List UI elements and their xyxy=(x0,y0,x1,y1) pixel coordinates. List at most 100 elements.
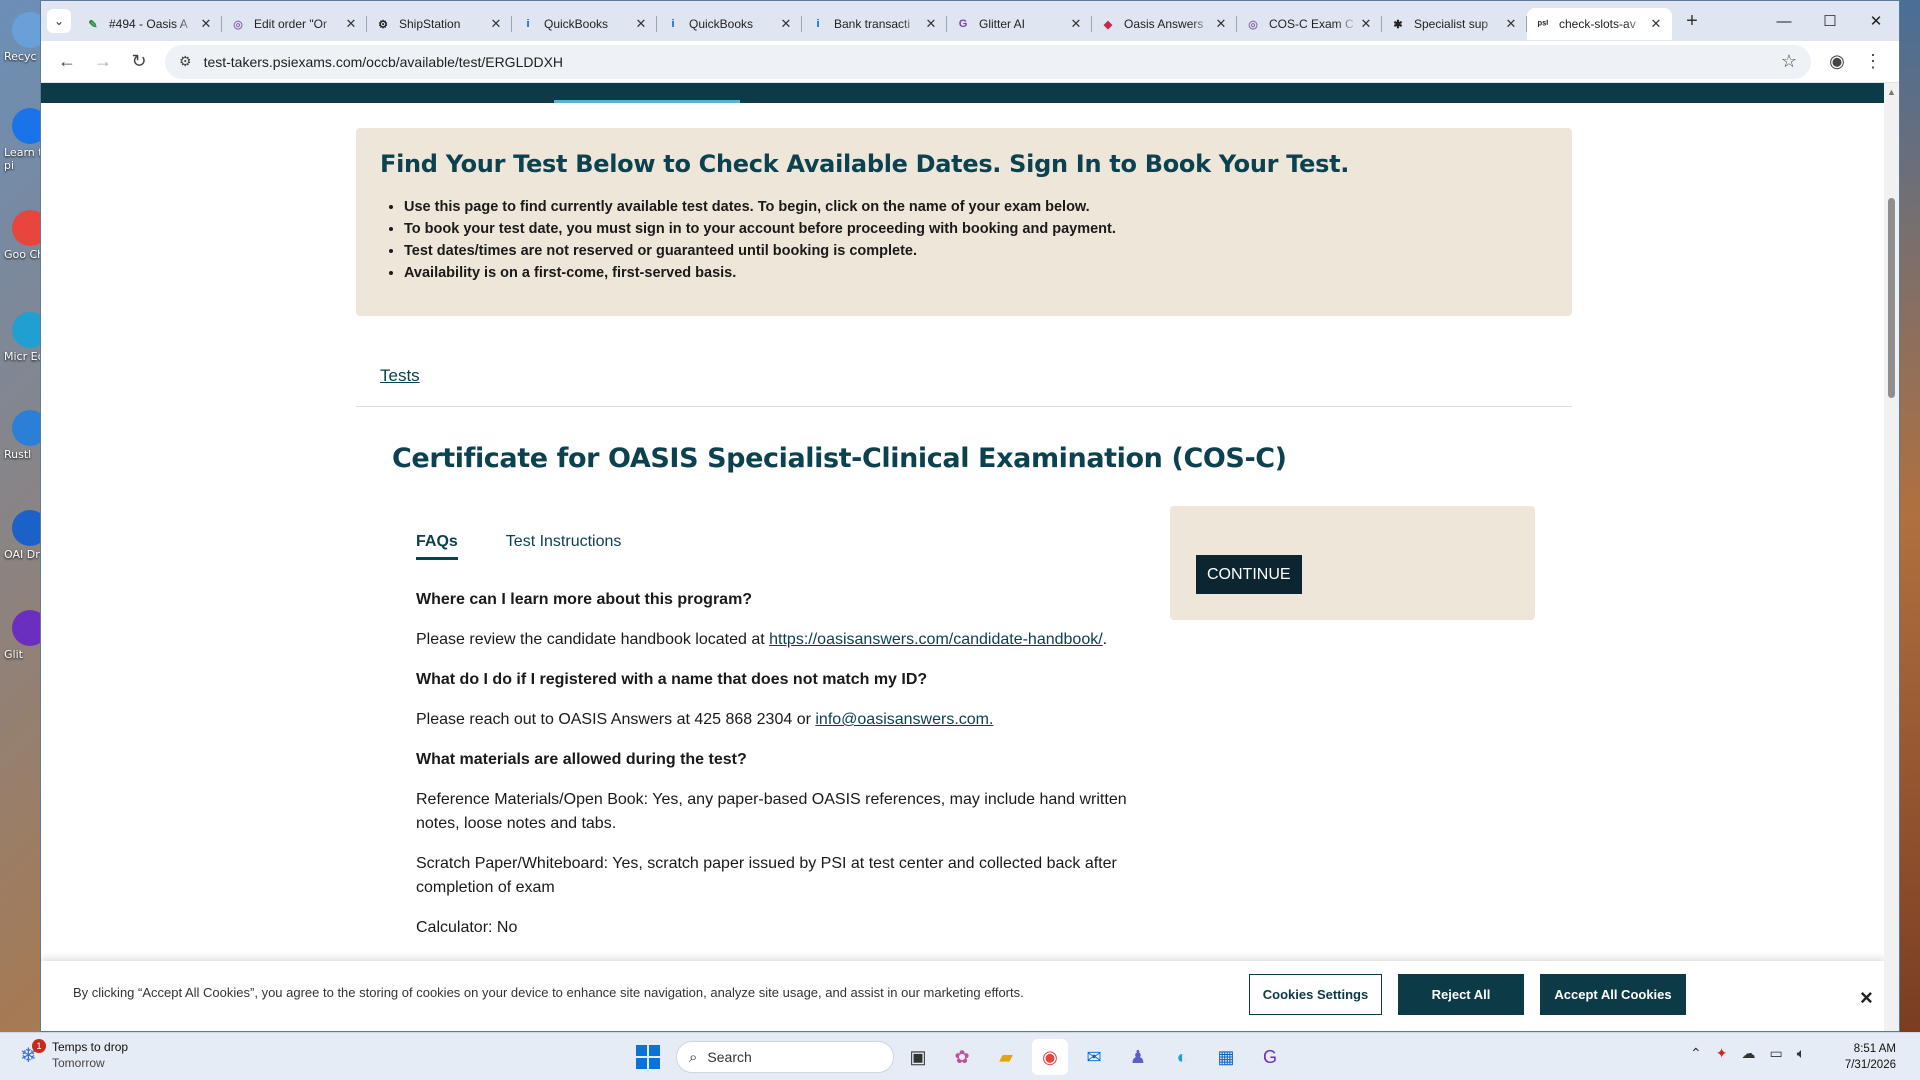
desktop-shortcut-label: Micr Edg xyxy=(4,350,42,363)
weather-widget[interactable]: ❄ 1 Temps to drop Tomorrow xyxy=(20,1039,128,1071)
breadcrumb-tests-link[interactable]: Tests xyxy=(380,366,420,386)
tab-title: Oasis Answers xyxy=(1124,17,1204,31)
close-icon[interactable]: × xyxy=(1860,985,1873,1011)
store-icon[interactable]: ▦ xyxy=(1208,1039,1244,1075)
faq-answer: Reference Materials/Open Book: Yes, any … xyxy=(416,791,1127,832)
shield-icon: ◆ xyxy=(1103,18,1113,31)
browser-tab[interactable]: ᵖˢⁱ check-slots-av ✕ xyxy=(1527,8,1672,40)
handbook-link[interactable]: https://oasisanswers.com/candidate-handb… xyxy=(769,631,1103,648)
profile-icon[interactable]: ◉ xyxy=(1819,51,1855,72)
scrollbar-thumb[interactable] xyxy=(1888,198,1895,398)
address-bar: ← → ↻ ⚙ test-takers.psiexams.com/occb/av… xyxy=(41,41,1899,83)
bookmark-star-icon[interactable]: ☆ xyxy=(1781,51,1797,72)
scroll-up-arrow-icon[interactable]: ▲ xyxy=(1887,87,1896,97)
menu-kebab-icon[interactable]: ⋮ xyxy=(1855,51,1891,72)
browser-tab[interactable]: i Bank transacti ✕ xyxy=(802,8,947,40)
desktop-shortcut[interactable]: Glit xyxy=(4,610,42,661)
edit-icon: ✎ xyxy=(88,18,98,31)
volume-icon[interactable]: 🔈︎ xyxy=(1797,1045,1805,1062)
close-window-button[interactable]: ✕ xyxy=(1853,1,1899,41)
continue-button[interactable]: CONTINUE xyxy=(1196,555,1302,594)
omnibox[interactable]: ⚙ test-takers.psiexams.com/occb/availabl… xyxy=(165,44,1811,79)
tab-title: Bank transacti xyxy=(834,17,911,31)
desktop-shortcut[interactable]: Rustl xyxy=(4,410,42,461)
teams-icon[interactable]: ♟ xyxy=(1120,1039,1156,1075)
email-link[interactable]: info@oasisanswers.com. xyxy=(815,711,993,728)
close-tab-icon[interactable]: ✕ xyxy=(343,16,359,32)
browser-tab[interactable]: ◆ Oasis Answers ✕ xyxy=(1092,8,1237,40)
close-tab-icon[interactable]: ✕ xyxy=(198,16,214,32)
active-nav-indicator xyxy=(554,100,740,103)
weather-subtitle: Tomorrow xyxy=(52,1056,105,1070)
banner-bullets: Use this page to find currently availabl… xyxy=(380,196,1548,284)
browser-tab[interactable]: G Glitter AI ✕ xyxy=(947,8,1092,40)
taskbar-search[interactable]: ⌕ Search xyxy=(676,1041,894,1073)
chevron-up-icon[interactable]: ⌃ xyxy=(1690,1045,1702,1062)
close-tab-icon[interactable]: ✕ xyxy=(1068,16,1084,32)
system-clock[interactable]: 8:51 AM 7/31/2026 xyxy=(1845,1041,1896,1073)
banner-heading: Find Your Test Below to Check Available … xyxy=(380,150,1350,178)
close-tab-icon[interactable]: ✕ xyxy=(923,16,939,32)
page-scrollbar[interactable]: ▲ xyxy=(1884,83,1899,1031)
browser-tab[interactable]: ✱ Specialist sup ✕ xyxy=(1382,8,1527,40)
back-button[interactable]: ← xyxy=(49,44,85,80)
browser-tab[interactable]: ⚙ ShipStation ✕ xyxy=(367,8,512,40)
forward-button[interactable]: → xyxy=(85,44,121,80)
new-tab-button[interactable]: + xyxy=(1676,10,1708,33)
faq-answer: Scratch Paper/Whiteboard: Yes, scratch p… xyxy=(416,855,1117,896)
browser-tab[interactable]: ◎ COS-C Exam C ✕ xyxy=(1237,8,1382,40)
tab-title: ShipStation xyxy=(399,17,461,31)
close-tab-icon[interactable]: ✕ xyxy=(1213,16,1229,32)
start-button[interactable] xyxy=(636,1045,660,1069)
cookies-settings-button[interactable]: Cookies Settings xyxy=(1249,974,1382,1015)
browser-tab[interactable]: ✎ #494 - Oasis A ✕ xyxy=(77,8,222,40)
browser-tab[interactable]: i QuickBooks ✕ xyxy=(657,8,802,40)
close-tab-icon[interactable]: ✕ xyxy=(488,16,504,32)
weather-title: Temps to drop xyxy=(52,1040,129,1054)
tab-title: Glitter AI xyxy=(979,17,1026,31)
tab-test-instructions[interactable]: Test Instructions xyxy=(506,533,622,560)
desktop-app-icon xyxy=(12,510,42,546)
desktop-shortcut[interactable]: Micr Edg xyxy=(4,312,42,363)
desktop-shortcut[interactable]: OAI Dr xyxy=(4,510,42,561)
minimize-button[interactable]: — xyxy=(1761,1,1807,41)
task-view-icon[interactable]: ▣ xyxy=(900,1039,936,1075)
file-explorer-icon[interactable]: ▰ xyxy=(988,1039,1024,1075)
loop-icon: ◎ xyxy=(1248,18,1258,31)
browser-tab[interactable]: i QuickBooks ✕ xyxy=(512,8,657,40)
info-icon: i xyxy=(671,18,675,30)
edge-icon[interactable]: ◐ xyxy=(1164,1039,1200,1075)
outlook-icon[interactable]: ✉ xyxy=(1076,1039,1112,1075)
maximize-button[interactable]: ☐ xyxy=(1807,1,1853,41)
cloud-off-icon[interactable]: ☁ xyxy=(1741,1045,1755,1062)
site-info-icon[interactable]: ⚙ xyxy=(179,53,192,70)
desktop-shortcut-label: Goo Chro xyxy=(4,248,42,261)
close-tab-icon[interactable]: ✕ xyxy=(778,16,794,32)
tab-title: check-slots-av xyxy=(1559,17,1636,31)
glitter-app-icon[interactable]: G xyxy=(1252,1039,1288,1075)
url-text[interactable]: test-takers.psiexams.com/occb/available/… xyxy=(204,54,1781,70)
close-tab-icon[interactable]: ✕ xyxy=(633,16,649,32)
tab-title: #494 - Oasis A xyxy=(109,17,188,31)
asterisk-icon: ✱ xyxy=(1393,18,1403,31)
tab-title: Specialist sup xyxy=(1414,17,1489,31)
reject-all-button[interactable]: Reject All xyxy=(1398,974,1524,1015)
close-tab-icon[interactable]: ✕ xyxy=(1503,16,1519,32)
desktop-shortcut[interactable]: Recyc xyxy=(4,12,42,63)
browser-tab[interactable]: ◎ Edit order "Or ✕ xyxy=(222,8,367,40)
tab-search-button[interactable]: ⌄ xyxy=(41,1,77,41)
tab-faqs[interactable]: FAQs xyxy=(416,533,458,560)
close-tab-icon[interactable]: ✕ xyxy=(1648,16,1664,32)
close-tab-icon[interactable]: ✕ xyxy=(1358,16,1374,32)
faq-answer: Calculator: No xyxy=(416,919,518,936)
accept-all-cookies-button[interactable]: Accept All Cookies xyxy=(1540,974,1686,1015)
copilot-icon[interactable]: ✿ xyxy=(944,1039,980,1075)
reload-button[interactable]: ↻ xyxy=(121,44,157,80)
network-icon[interactable]: ▭ xyxy=(1769,1045,1782,1062)
banner-bullet: Availability is on a first-come, first-s… xyxy=(404,262,1548,284)
dropbox-icon[interactable]: ✦ xyxy=(1716,1045,1728,1062)
desktop-shortcut[interactable]: Goo Chro xyxy=(4,210,42,261)
desktop-shortcut[interactable]: Learn this pi xyxy=(4,108,42,172)
desktop-app-icon xyxy=(12,610,42,646)
chrome-icon[interactable]: ◉ xyxy=(1032,1039,1068,1075)
